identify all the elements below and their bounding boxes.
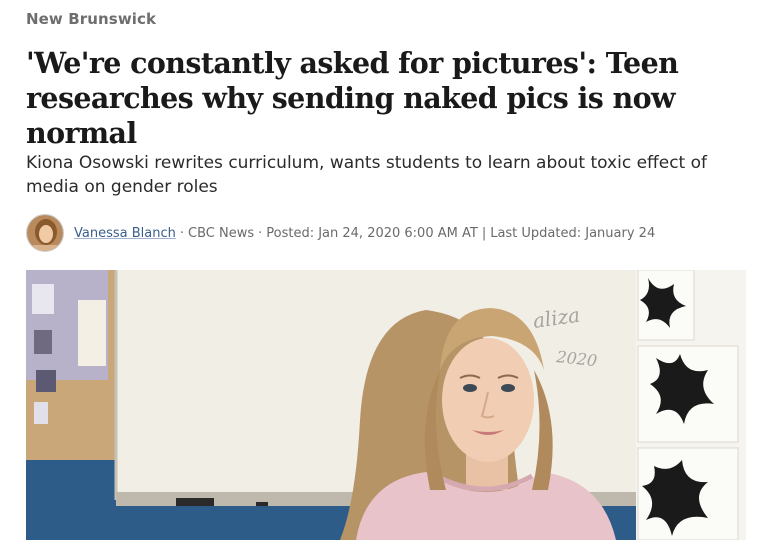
byline-separator: · (258, 225, 263, 241)
article-deck: Kiona Osowski rewrites curriculum, wants… (26, 153, 707, 197)
byline-separator: | (481, 225, 487, 241)
byline-outlet: CBC News (188, 225, 255, 241)
byline-separator: · (179, 225, 184, 241)
hero-image[interactable]: aliza 2020 (26, 270, 746, 540)
section-label[interactable]: New Brunswick (26, 10, 156, 28)
byline: Vanessa Blanch · CBC News · Posted: Jan … (26, 213, 655, 253)
author-avatar[interactable] (26, 214, 64, 252)
byline-posted: Posted: Jan 24, 2020 6:00 AM AT (266, 225, 478, 241)
author-link[interactable]: Vanessa Blanch (74, 226, 176, 241)
byline-updated: Last Updated: January 24 (490, 225, 656, 241)
article-headline: 'We're constantly asked for pictures': T… (26, 46, 679, 150)
